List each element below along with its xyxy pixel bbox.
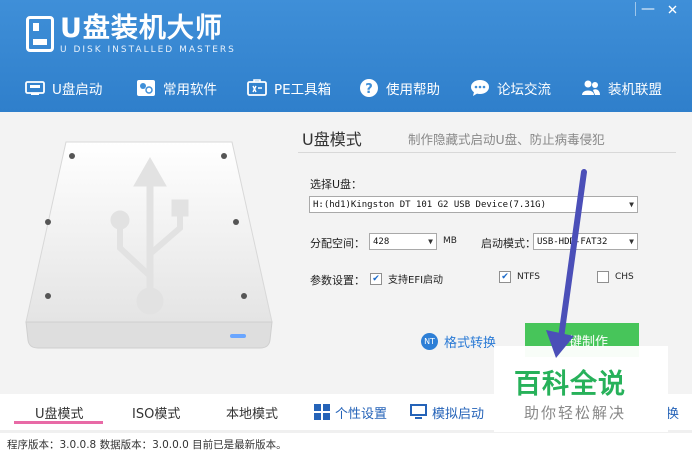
boot-mode-value: USB-HDD-FAT32 [537,236,608,247]
app-logo: U盘装机大师 U DISK INSTALLED MASTERS [26,14,236,55]
grid-icon [314,404,330,420]
select-disk-dropdown[interactable]: H:(hd1)Kingston DT 101 G2 USB Device(7.3… [309,196,638,213]
active-tab-indicator [14,421,103,424]
dropdown-arrow-icon: ▼ [629,200,634,209]
params-label: 参数设置： [310,274,365,287]
nav-item-software[interactable]: 常用软件 [136,72,217,104]
tab-local-mode[interactable]: 本地模式 [226,394,278,430]
nav-label: 常用软件 [163,82,217,98]
partition-label: 分配空间： [310,237,365,250]
nav-label: U盘启动 [52,82,103,98]
tab-personal-settings[interactable]: 个性设置 [314,394,387,430]
status-bar: 程序版本：3.0.0.8 数据版本：3.0.0.0 目前已是最新版本。 [0,433,692,455]
toolbox-icon [247,79,267,97]
dropdown-arrow-icon: ▼ [629,237,634,246]
minimize-button[interactable]: — [636,0,660,18]
svg-text:?: ? [365,82,373,97]
window-controls: — [635,0,684,18]
ntfs-convert-icon: NT [421,333,438,350]
nav-label: 装机联盟 [608,82,662,98]
close-icon [668,5,676,13]
software-grid-icon [136,79,156,97]
app-window: U盘装机大师 U DISK INSTALLED MASTERS — U盘启动 常… [0,0,692,455]
top-nav: U盘启动 常用软件 PE工具箱 ? 使用帮助 论坛交流 装机联盟 [0,72,692,104]
nav-item-alliance[interactable]: 装机联盟 [581,72,662,104]
checkbox-empty-icon [597,271,609,283]
partition-unit: MB [443,236,457,246]
efi-checkbox[interactable]: ✔ 支持EFI启动 [370,271,443,286]
app-subtitle: U DISK INSTALLED MASTERS [60,45,236,55]
watermark-subtitle: 助你轻松解决 [524,404,627,422]
efi-label: 支持EFI启动 [388,275,444,286]
watermark: 百科全说 助你轻松解决 [494,346,668,432]
ntfs-checkbox[interactable]: ✔ NTFS [499,271,540,283]
watermark-title: 百科全说 [514,369,626,400]
version-status-text: 程序版本：3.0.0.8 数据版本：3.0.0.0 目前已是最新版本。 [7,438,287,451]
nav-label: PE工具箱 [274,82,332,98]
tab-simulate-boot[interactable]: 模拟启动 [410,394,484,430]
help-icon: ? [359,79,379,97]
convert-label: 格式转换 [444,336,497,351]
header: U盘装机大师 U DISK INSTALLED MASTERS — U盘启动 常… [0,0,692,112]
dropdown-arrow-icon: ▼ [428,237,433,246]
format-convert-link[interactable]: NT 格式转换 [421,332,496,351]
checkbox-checked-icon: ✔ [370,272,382,285]
chat-bubble-icon [470,79,490,97]
tab-iso-mode[interactable]: ISO模式 [132,394,180,430]
partition-value: 428 [373,236,390,247]
select-disk-label: 选择U盘： [310,178,363,191]
monitor-icon [410,404,427,420]
chs-label: CHS [615,272,634,282]
people-icon [581,79,601,97]
chs-checkbox[interactable]: CHS [597,271,634,283]
mode-description: 制作隐藏式启动U盘、防止病毒侵犯 [408,132,605,147]
checkbox-checked-icon: ✔ [499,271,511,283]
app-title: U盘装机大师 [60,13,223,44]
tab-label: 个性设置 [335,406,388,422]
select-disk-value: H:(hd1)Kingston DT 101 G2 USB Device(7.3… [313,199,546,210]
usb-drive-icon [25,79,45,97]
boot-mode-dropdown[interactable]: USB-HDD-FAT32 ▼ [533,233,638,250]
nav-label: 论坛交流 [497,82,551,98]
tab-udisk-mode[interactable]: U盘模式 [35,394,84,430]
nav-label: 使用帮助 [386,82,440,98]
nav-item-pe-toolbox[interactable]: PE工具箱 [247,72,331,104]
nav-item-udisk-boot[interactable]: U盘启动 [25,72,102,104]
nav-item-help[interactable]: ? 使用帮助 [359,72,440,104]
divider [298,152,676,153]
ntfs-label: NTFS [517,272,540,282]
mode-title: U盘模式 [302,130,362,149]
close-button[interactable] [660,0,684,18]
tab-label: 模拟启动 [432,406,485,422]
usb-drive-illustration [25,141,273,349]
partition-size-dropdown[interactable]: 428 ▼ [369,233,437,250]
nav-item-forum[interactable]: 论坛交流 [470,72,551,104]
logo-icon [26,16,54,52]
boot-mode-label: 启动模式： [481,237,536,250]
